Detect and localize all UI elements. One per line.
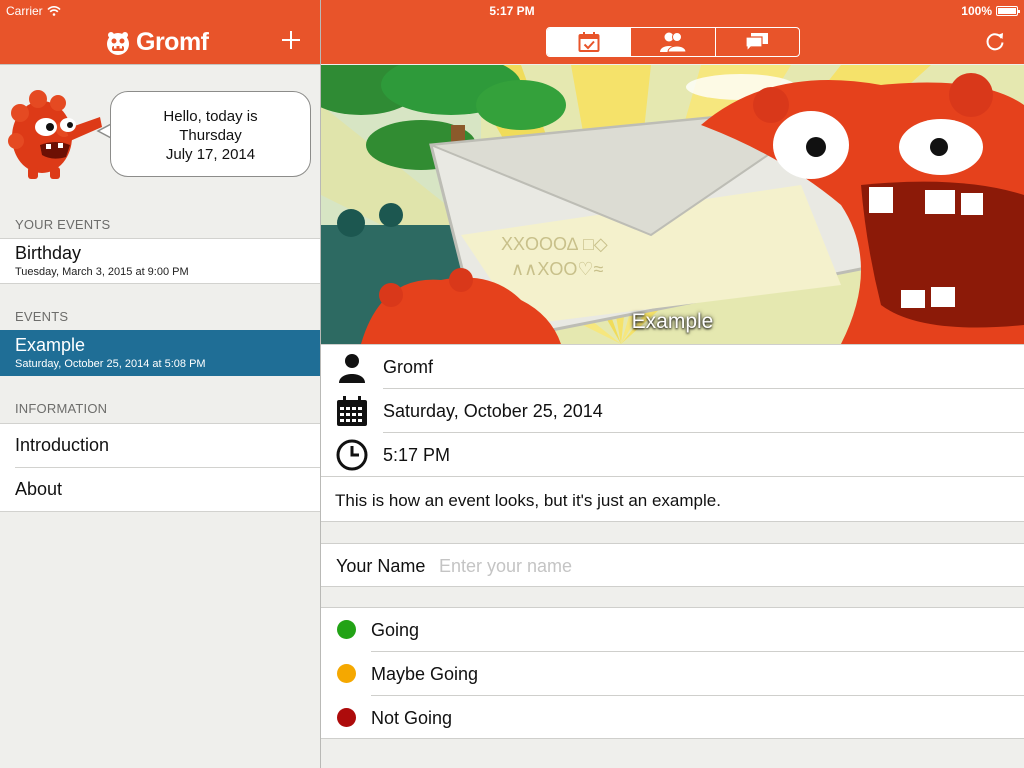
organizer-name: Gromf [383,357,434,377]
hero-title: Example [631,310,714,333]
event-time: 5:17 PM [383,445,451,465]
sidebar-item-example[interactable]: Example Saturday, October 25, 2014 at 5:… [0,330,320,376]
gromf-logo-icon [107,31,129,55]
segment-chat[interactable] [714,28,799,56]
sidebar-item-introduction[interactable]: Introduction [0,424,320,467]
about-label: About [15,479,63,499]
event-title: Birthday [15,243,82,263]
date-row: Saturday, October 25, 2014 [321,389,1024,433]
calendar-check-icon [578,32,600,52]
greeting-line-3: July 17, 2014 [165,146,256,163]
chat-bubbles-icon [745,33,769,53]
battery-percent: 100% [961,4,992,18]
svg-text:XXOOO∆ □◇: XXOOO∆ □◇ [501,234,608,254]
calendar-icon [337,396,367,426]
rsvp-maybe-option[interactable]: Maybe Going [321,652,1024,696]
app-brand: Gromf [105,28,209,57]
event-hero-image: XXOOO∆ □◇ ∧∧XOO♡≈ Example [321,65,1024,344]
events-header: EVENTS [15,309,69,324]
sidebar-item-birthday[interactable]: Birthday Tuesday, March 3, 2015 at 9:00 … [0,238,320,284]
green-status-dot-icon [337,620,356,639]
rsvp-options: Going Maybe Going Not Going [321,607,1024,739]
not-going-label: Not Going [371,708,453,728]
greeting-line-1: Hello, today is [163,108,258,125]
name-field-card: Your Name [321,543,1024,587]
view-segmented-control [546,27,800,57]
red-status-dot-icon [337,708,356,727]
going-label: Going [371,620,420,640]
greeting-bubble: Hello, today is Thursday July 17, 2014 [110,91,311,177]
app-title: Gromf [136,28,209,56]
introduction-label: Introduction [15,435,110,455]
your-name-label: Your Name [336,556,426,576]
people-icon [659,32,687,53]
refresh-icon [986,33,1004,51]
status-time: 5:17 PM [489,4,535,18]
event-subtitle: Saturday, October 25, 2014 at 5:08 PM [15,358,206,370]
person-icon [339,354,365,383]
organizer-row: Gromf [321,345,1024,389]
monster-mascot-icon [8,90,102,179]
clock-icon [336,439,368,471]
segment-attendees[interactable] [630,28,714,56]
event-description: This is how an event looks, but it's jus… [335,491,721,510]
information-header: INFORMATION [15,401,108,416]
battery-icon [996,6,1020,16]
event-date: Saturday, October 25, 2014 [383,401,603,421]
greeting-line-2: Thursday [179,127,242,144]
sidebar: Hello, today is Thursday July 17, 2014 Y… [0,64,320,768]
event-title: Example [15,335,86,355]
event-subtitle: Tuesday, March 3, 2015 at 9:00 PM [15,266,189,278]
add-event-button[interactable] [280,29,302,51]
sidebar-item-about[interactable]: About [0,468,320,512]
event-info-card: Gromf Saturday, October 25, 2014 5:17 PM… [321,344,1024,522]
refresh-button[interactable] [984,30,1006,52]
rsvp-going-option[interactable]: Going [321,608,1024,652]
orange-status-dot-icon [337,664,356,683]
name-input[interactable] [439,552,999,580]
segment-event-details[interactable] [547,28,631,56]
information-list: Introduction About [0,423,320,512]
status-bar: Carrier 5:17 PM 100% [0,0,1024,20]
time-row: 5:17 PM [321,433,1024,477]
maybe-going-label: Maybe Going [371,664,479,684]
rsvp-not-going-option[interactable]: Not Going [321,696,1024,740]
your-events-header: YOUR EVENTS [15,217,111,232]
monster-envelope-illustration: XXOOO∆ □◇ ∧∧XOO♡≈ [321,65,1024,344]
svg-text:∧∧XOO♡≈: ∧∧XOO♡≈ [511,259,603,279]
row-separator [321,476,1024,477]
battery-indicator: 100% [961,4,1020,18]
